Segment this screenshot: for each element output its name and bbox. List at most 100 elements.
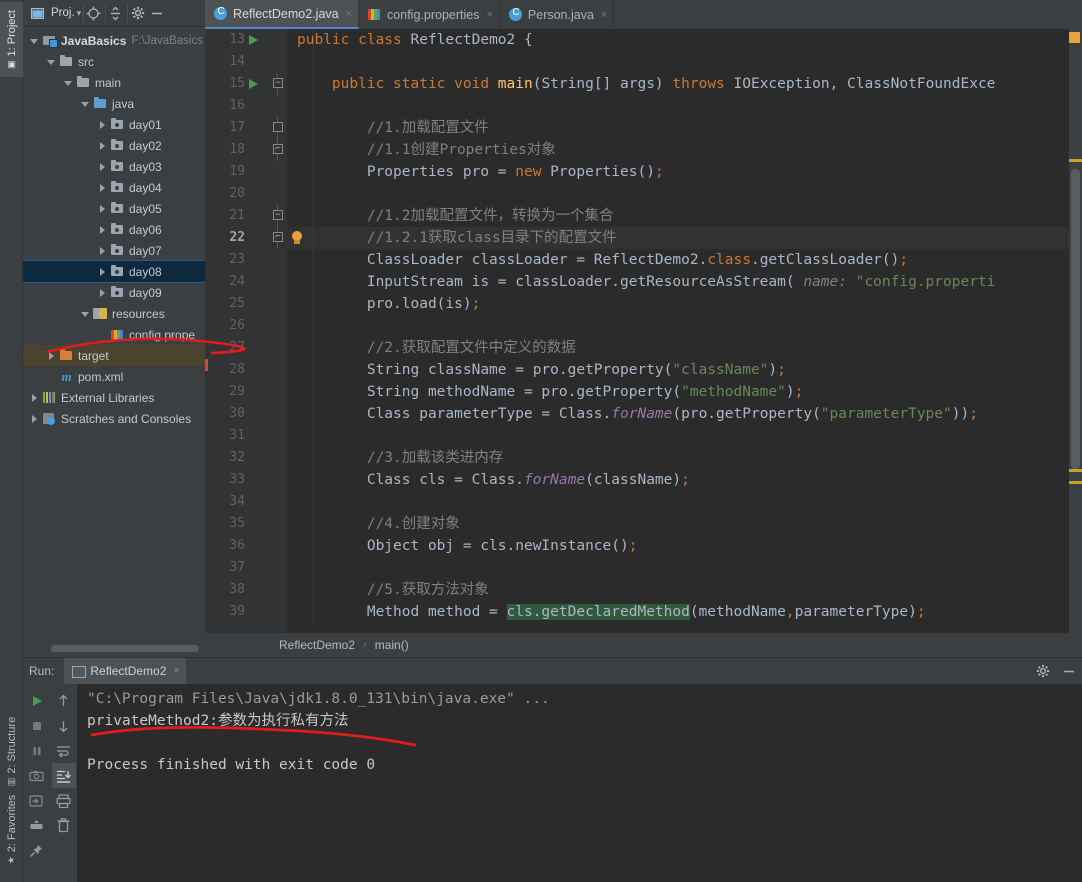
code-text[interactable]: String className = pro.getProperty("clas… [297,359,786,381]
run-minimize-icon[interactable] [1056,658,1082,684]
sidebar-item-project[interactable]: ▣ 1: Project [0,2,23,77]
chevron-right-icon[interactable] [97,140,108,151]
code-line[interactable]: 27 //2.获取配置文件中定义的数据 [205,337,1082,359]
code-text[interactable]: //1.加载配置文件 [297,117,489,139]
code-fold-marker[interactable]: ⌐ [271,227,285,249]
collapse-all-icon[interactable] [105,3,125,23]
up-arrow-icon[interactable] [52,688,76,713]
camera-icon[interactable] [25,763,49,788]
stop-icon[interactable] [25,713,49,738]
code-text[interactable]: Method method = cls.getDeclaredMethod(me… [297,601,926,623]
console-output[interactable]: "C:\Program Files\Java\jdk1.8.0_131\bin\… [77,684,1082,882]
editor-vscrollbar[interactable] [1069,29,1082,633]
chevron-right-icon[interactable] [29,392,40,403]
warning-marker[interactable] [1069,159,1082,162]
sidebar-item-structure[interactable]: ▥ 2: Structure [0,714,23,789]
run-config-tab[interactable]: ReflectDemo2 × [64,658,185,684]
tree-item-day05[interactable]: day05 [23,198,205,219]
chevron-right-icon[interactable] [97,161,108,172]
close-icon[interactable]: × [173,665,179,677]
project-panel-hscrollbar[interactable] [23,642,205,655]
chevron-right-icon[interactable] [97,287,108,298]
breadcrumb-method[interactable]: main() [375,638,409,652]
tree-item-main[interactable]: main [23,72,205,93]
project-tree[interactable]: JavaBasicsF:\JavaBasicssrcmainjavaday01d… [23,27,205,641]
chevron-right-icon[interactable] [29,413,40,424]
panel-view-icon[interactable] [27,3,47,23]
code-line[interactable]: 17 //1.加载配置文件 [205,117,1082,139]
export-icon[interactable] [25,788,49,813]
tree-item-day07[interactable]: day07 [23,240,205,261]
code-text[interactable]: //5.获取方法对象 [297,579,489,601]
code-text[interactable]: //1.1创建Properties对象 [297,139,556,161]
run-toolbar[interactable] [23,684,77,882]
tree-item-target[interactable]: target [23,345,205,366]
pin-icon[interactable] [25,838,49,863]
code-line[interactable]: 15− public static void main(String[] arg… [205,73,1082,95]
code-line[interactable]: 21− //1.2加载配置文件，转换为一个集合 [205,205,1082,227]
code-line[interactable]: 38 //5.获取方法对象 [205,579,1082,601]
layout-icon[interactable] [25,813,49,838]
code-text[interactable]: //4.创建对象 [297,513,460,535]
code-line[interactable]: 19 Properties pro = new Properties(); [205,161,1082,183]
code-line[interactable]: 29 String methodName = pro.getProperty("… [205,381,1082,403]
code-line[interactable]: 31 [205,425,1082,447]
tree-item-day02[interactable]: day02 [23,135,205,156]
run-settings-gear-icon[interactable] [1030,658,1056,684]
code-text[interactable]: //2.获取配置文件中定义的数据 [297,337,576,359]
chevron-down-icon[interactable] [80,98,91,109]
pause-icon[interactable] [25,738,49,763]
scrollbar-thumb[interactable] [1071,169,1080,469]
tree-item-day09[interactable]: day09 [23,282,205,303]
close-icon[interactable]: × [486,9,492,21]
code-editor[interactable]: 13public class ReflectDemo2 {1415− publi… [205,29,1082,633]
code-text[interactable]: InputStream is = classLoader.getResource… [297,271,995,293]
inspection-status-icon[interactable] [1069,32,1080,43]
editor-tab-bar[interactable]: ReflectDemo2.java×config.properties×Pers… [205,0,1082,29]
breadcrumb[interactable]: ReflectDemo2 › main() [205,633,1082,657]
code-fold-marker[interactable]: − [271,205,285,227]
code-line[interactable]: 39 Method method = cls.getDeclaredMethod… [205,601,1082,623]
code-line[interactable]: 25 pro.load(is); [205,293,1082,315]
sidebar-item-favorites[interactable]: ★ 2: Favorites [0,792,23,867]
chevron-down-icon[interactable] [63,77,74,88]
code-line[interactable]: 33 Class cls = Class.forName(className); [205,469,1082,491]
code-line[interactable]: 35 //4.创建对象 [205,513,1082,535]
code-text[interactable]: Class cls = Class.forName(className); [297,469,690,491]
tree-item-day08[interactable]: day08 [23,261,205,282]
chevron-right-icon[interactable] [97,182,108,193]
code-line[interactable]: 30 Class parameterType = Class.forName(p… [205,403,1082,425]
gear-icon[interactable] [127,3,147,23]
trash-icon[interactable] [52,813,76,838]
chevron-right-icon[interactable] [97,119,108,130]
soft-wrap-icon[interactable] [52,738,76,763]
close-icon[interactable]: × [601,9,607,21]
code-line[interactable]: 34 [205,491,1082,513]
code-text[interactable]: Object obj = cls.newInstance(); [297,535,637,557]
chevron-right-icon[interactable] [46,350,57,361]
code-text[interactable]: //1.2.1获取class目录下的配置文件 [297,227,617,249]
chevron-right-icon[interactable] [97,266,108,277]
chevron-down-icon[interactable] [29,35,40,46]
code-line[interactable]: 20 [205,183,1082,205]
editor-tab-config-properties[interactable]: config.properties× [359,0,500,29]
tree-item-day06[interactable]: day06 [23,219,205,240]
tree-item-external-libraries[interactable]: External Libraries [23,387,205,408]
run-gutter-icon[interactable] [249,79,258,89]
scrollbar-thumb[interactable] [51,645,199,652]
locate-icon[interactable] [83,3,103,23]
code-text[interactable]: String methodName = pro.getProperty("met… [297,381,803,403]
editor-tab-person-java[interactable]: Person.java× [500,0,614,29]
chevron-right-icon[interactable] [97,203,108,214]
code-text[interactable]: Properties pro = new Properties(); [297,161,664,183]
print-icon[interactable] [52,788,76,813]
code-text[interactable]: //1.2加载配置文件，转换为一个集合 [297,205,614,227]
minimize-icon[interactable] [147,3,167,23]
tree-item-java[interactable]: java [23,93,205,114]
run-gutter-icon[interactable] [249,35,258,45]
scroll-to-end-icon[interactable] [52,763,76,788]
code-text[interactable]: public static void main(String[] args) t… [297,73,995,95]
tree-item-javabasics[interactable]: JavaBasicsF:\JavaBasics [23,30,205,51]
tree-item-resources[interactable]: resources [23,303,205,324]
tree-item-day03[interactable]: day03 [23,156,205,177]
